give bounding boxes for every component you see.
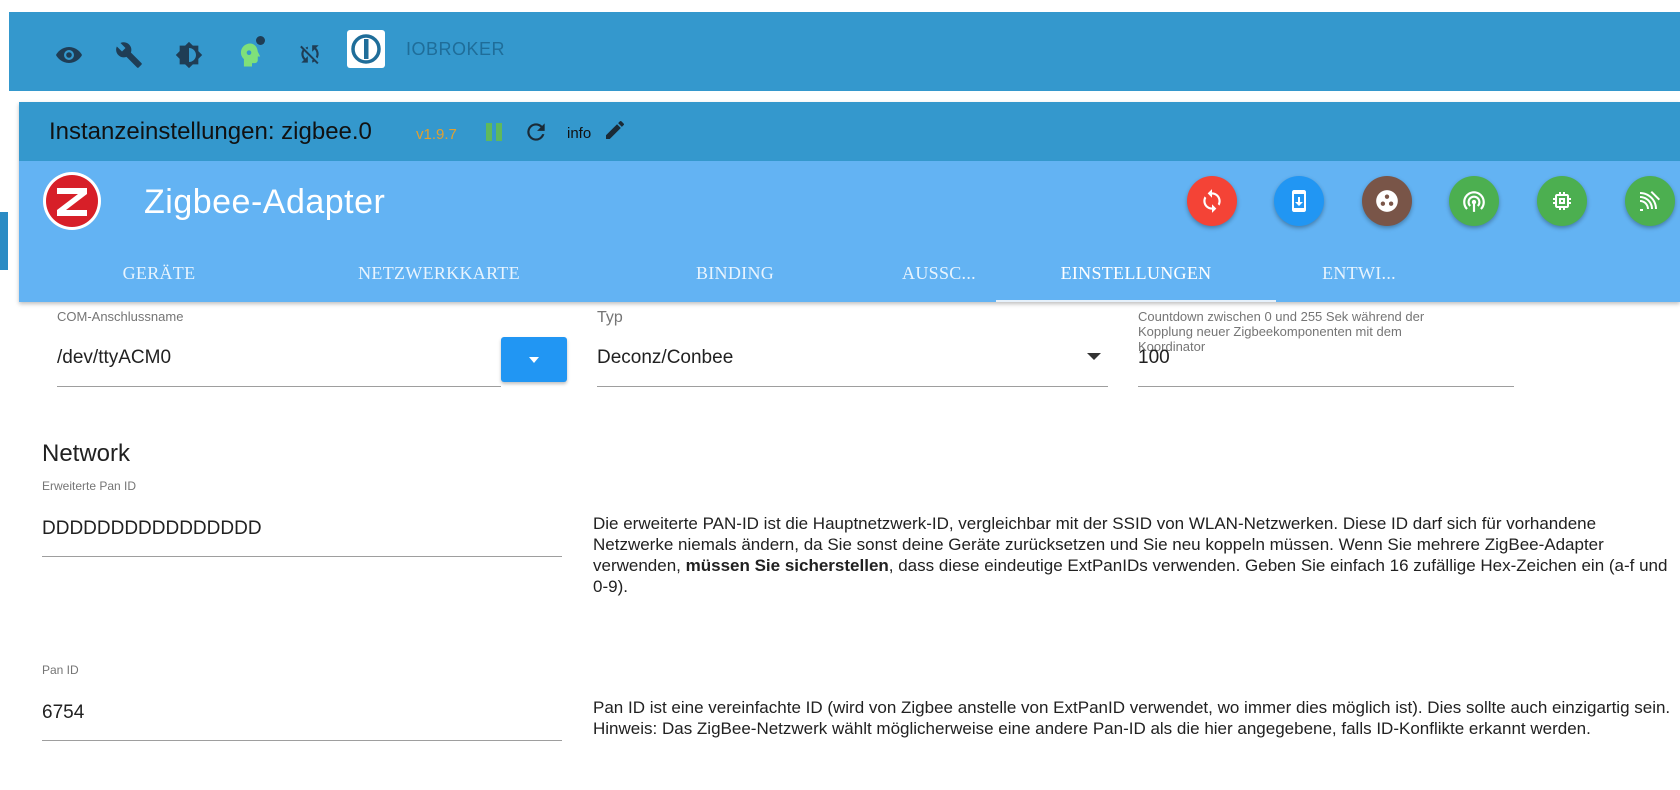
countdown-underline: [1138, 386, 1514, 387]
com-input[interactable]: /dev/ttyACM0: [57, 347, 171, 369]
typ-select[interactable]: Deconz/Conbee: [597, 347, 733, 369]
panid-label: Pan ID: [42, 663, 79, 677]
sync-button[interactable]: [1187, 176, 1237, 226]
wrench-icon[interactable]: [114, 40, 144, 70]
iobroker-logo[interactable]: [347, 30, 385, 68]
tab-bar: GERÄTE NETZWERKKARTE BINDING AUSSC... EI…: [19, 241, 1680, 302]
broadcast-button[interactable]: [1449, 176, 1499, 226]
countdown-input[interactable]: 100: [1138, 347, 1170, 369]
sidebar-edge[interactable]: [0, 212, 8, 270]
head-icon[interactable]: [234, 36, 265, 70]
version-badge: v1.9.7: [416, 126, 457, 143]
adapter-header: Zigbee-Adapter GERÄTE NETZWERKKARTE BIND…: [19, 161, 1680, 302]
notification-dot: [256, 36, 265, 45]
info-label[interactable]: info: [567, 125, 591, 142]
extpan-desc-bold: müssen Sie sicherstellen: [685, 556, 889, 575]
sync-off-icon[interactable]: [295, 40, 325, 70]
typ-label: Typ: [597, 309, 623, 326]
chip-button[interactable]: [1537, 176, 1587, 226]
chevron-down-icon[interactable]: [1087, 353, 1101, 360]
instance-title: Instanzeinstellungen: zigbee.0: [49, 118, 372, 145]
instance-header: Instanzeinstellungen: zigbee.0 v1.9.7 in…: [19, 102, 1680, 161]
top-toolbar: IOBROKER: [9, 12, 1680, 91]
edit-icon[interactable]: [603, 118, 629, 144]
download-phone-button[interactable]: [1274, 176, 1324, 226]
panid-description: Pan ID ist eine vereinfachte ID (wird vo…: [593, 698, 1671, 738]
panid-underline: [42, 740, 562, 741]
adapter-title: Zigbee-Adapter: [144, 183, 386, 221]
brightness-icon[interactable]: [174, 40, 204, 70]
pause-icon[interactable]: [485, 121, 505, 143]
zigbee-logo: [42, 171, 102, 231]
extpan-label: Erweiterte Pan ID: [42, 479, 137, 493]
typ-underline: [597, 386, 1108, 387]
extpan-underline: [42, 556, 562, 557]
tab-geraete[interactable]: GERÄTE: [19, 241, 299, 302]
com-label: COM-Anschlussname: [57, 309, 184, 324]
com-dropdown-button[interactable]: [501, 337, 567, 382]
eye-icon[interactable]: [54, 40, 84, 70]
panid-input[interactable]: 6754: [42, 702, 84, 724]
com-underline: [57, 386, 501, 387]
dots-button[interactable]: [1362, 176, 1412, 226]
network-heading: Network: [42, 440, 131, 467]
tab-netzwerkkarte[interactable]: NETZWERKKARTE: [299, 241, 579, 302]
tab-entwickler[interactable]: ENTWI...: [1219, 241, 1499, 302]
instance-panel: Instanzeinstellungen: zigbee.0 v1.9.7 in…: [19, 102, 1680, 302]
reload-icon[interactable]: [523, 119, 549, 145]
extpan-description: Die erweiterte PAN-ID ist die Hauptnetzw…: [593, 513, 1673, 597]
countdown-label: Countdown zwischen 0 und 255 Sek während…: [1138, 309, 1425, 354]
signal-button[interactable]: [1625, 176, 1675, 226]
extpan-input[interactable]: DDDDDDDDDDDDDDDD: [42, 518, 262, 540]
iobroker-label: IOBROKER: [406, 39, 506, 59]
